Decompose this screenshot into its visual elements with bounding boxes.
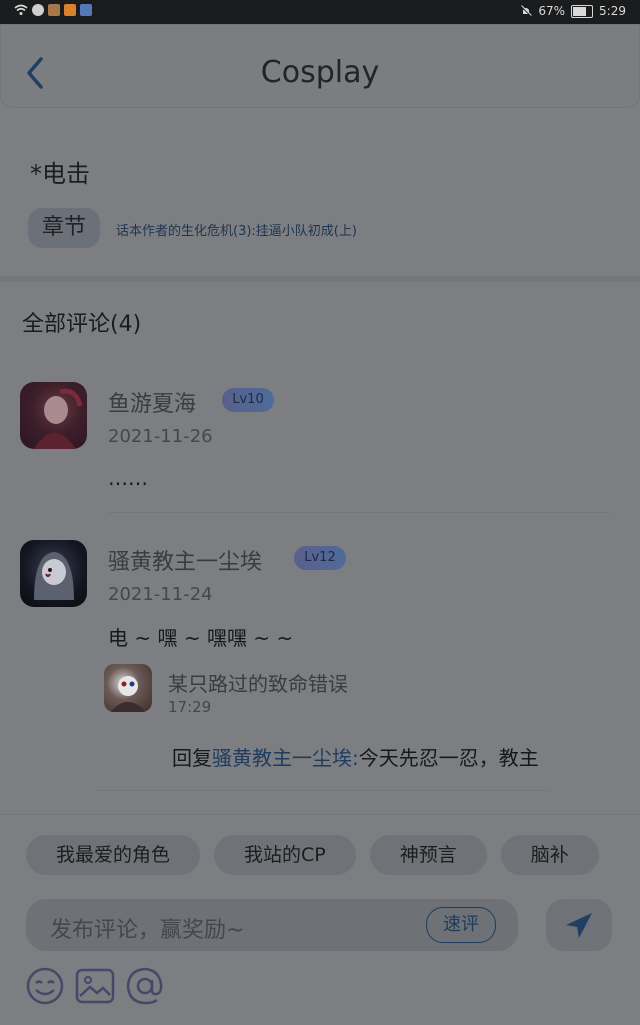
chapter-tag: 章节 [28,208,100,248]
status-icons-left [14,4,92,16]
avatar-image [34,388,83,449]
comment-text: …… [108,466,148,490]
comment-username[interactable]: 骚黄教主一尘埃 [108,544,262,576]
reply-text: 回复骚黄教主一尘埃:今天先忍一忍，教主 [172,742,539,771]
topic-chip[interactable]: 我站的CP [214,835,356,875]
comment-date: 2021-11-26 [108,426,213,447]
comment-text: 电 ~ 嘿 ~ 嘿嘿 ~ ~ [108,626,294,650]
avatar-image [34,552,74,600]
reply-prefix: 回复 [172,746,212,770]
app-notification-icon [64,4,76,16]
reply-time: 17:29 [168,698,212,716]
reply-mention[interactable]: 骚黄教主一尘埃: [212,746,359,770]
image-icon[interactable] [74,965,116,1007]
reply-username[interactable]: 某只路过的致命错误 [168,668,348,697]
comment-separator [96,790,550,791]
mention-icon[interactable] [124,965,166,1007]
battery-icon [571,4,594,18]
avatar-image [110,676,146,712]
mute-bell-icon [520,5,533,17]
status-icons-right: 67% 5:29 [520,4,626,18]
quick-topic-chips: 我最爱的角色 我站的CP 神预言 脑补 [26,835,640,875]
avatar[interactable] [20,382,87,449]
battery-percent: 67% [538,4,566,18]
comment-composer: 我最爱的角色 我站的CP 神预言 脑补 发布评论，赢奖励~ 速评 [0,814,640,1025]
comment-separator [108,512,610,513]
send-button[interactable] [546,899,612,951]
emoji-icon[interactable] [24,965,66,1007]
status-bar: 67% 5:29 [0,0,640,24]
comment-username[interactable]: 鱼游夏海 [108,386,196,418]
topic-chip[interactable]: 神预言 [369,835,487,875]
reply-avatar[interactable] [104,664,152,712]
topic-chip[interactable]: 脑补 [500,835,599,875]
reply-body: 今天先忍一忍，教主 [358,746,539,770]
comments-section: 全部评论(4) 鱼游夏海 Lv10 2021-11-26 …… 骚黄教主一尘埃 … [0,282,640,814]
wifi-icon [14,4,28,15]
clock: 5:29 [599,4,626,18]
post-title: *电击 [30,160,90,188]
send-icon [566,913,592,938]
comment-input-placeholder: 发布评论，赢奖励~ [50,918,245,943]
app-notification-icon [80,4,92,16]
comments-header: 全部评论(4) [22,312,142,337]
chapter-link[interactable]: 话本作者的生化危机(3):挂逼小队初成(上) [116,220,357,239]
level-badge: Lv12 [294,546,346,570]
avatar[interactable] [20,540,87,607]
comment-date: 2021-11-24 [108,584,213,605]
quick-review-button[interactable]: 速评 [426,907,496,943]
top-bar: Cosplay [0,24,640,108]
level-badge: Lv10 [222,388,274,412]
app-notification-icon [48,4,60,16]
page-title: Cosplay [260,55,380,90]
topic-chip[interactable]: 我最爱的角色 [26,835,201,875]
post-info: *电击 章节 话本作者的生化危机(3):挂逼小队初成(上) [0,108,640,276]
app-notification-icon [32,4,44,16]
comment-input[interactable]: 发布评论，赢奖励~ 速评 [26,899,518,951]
